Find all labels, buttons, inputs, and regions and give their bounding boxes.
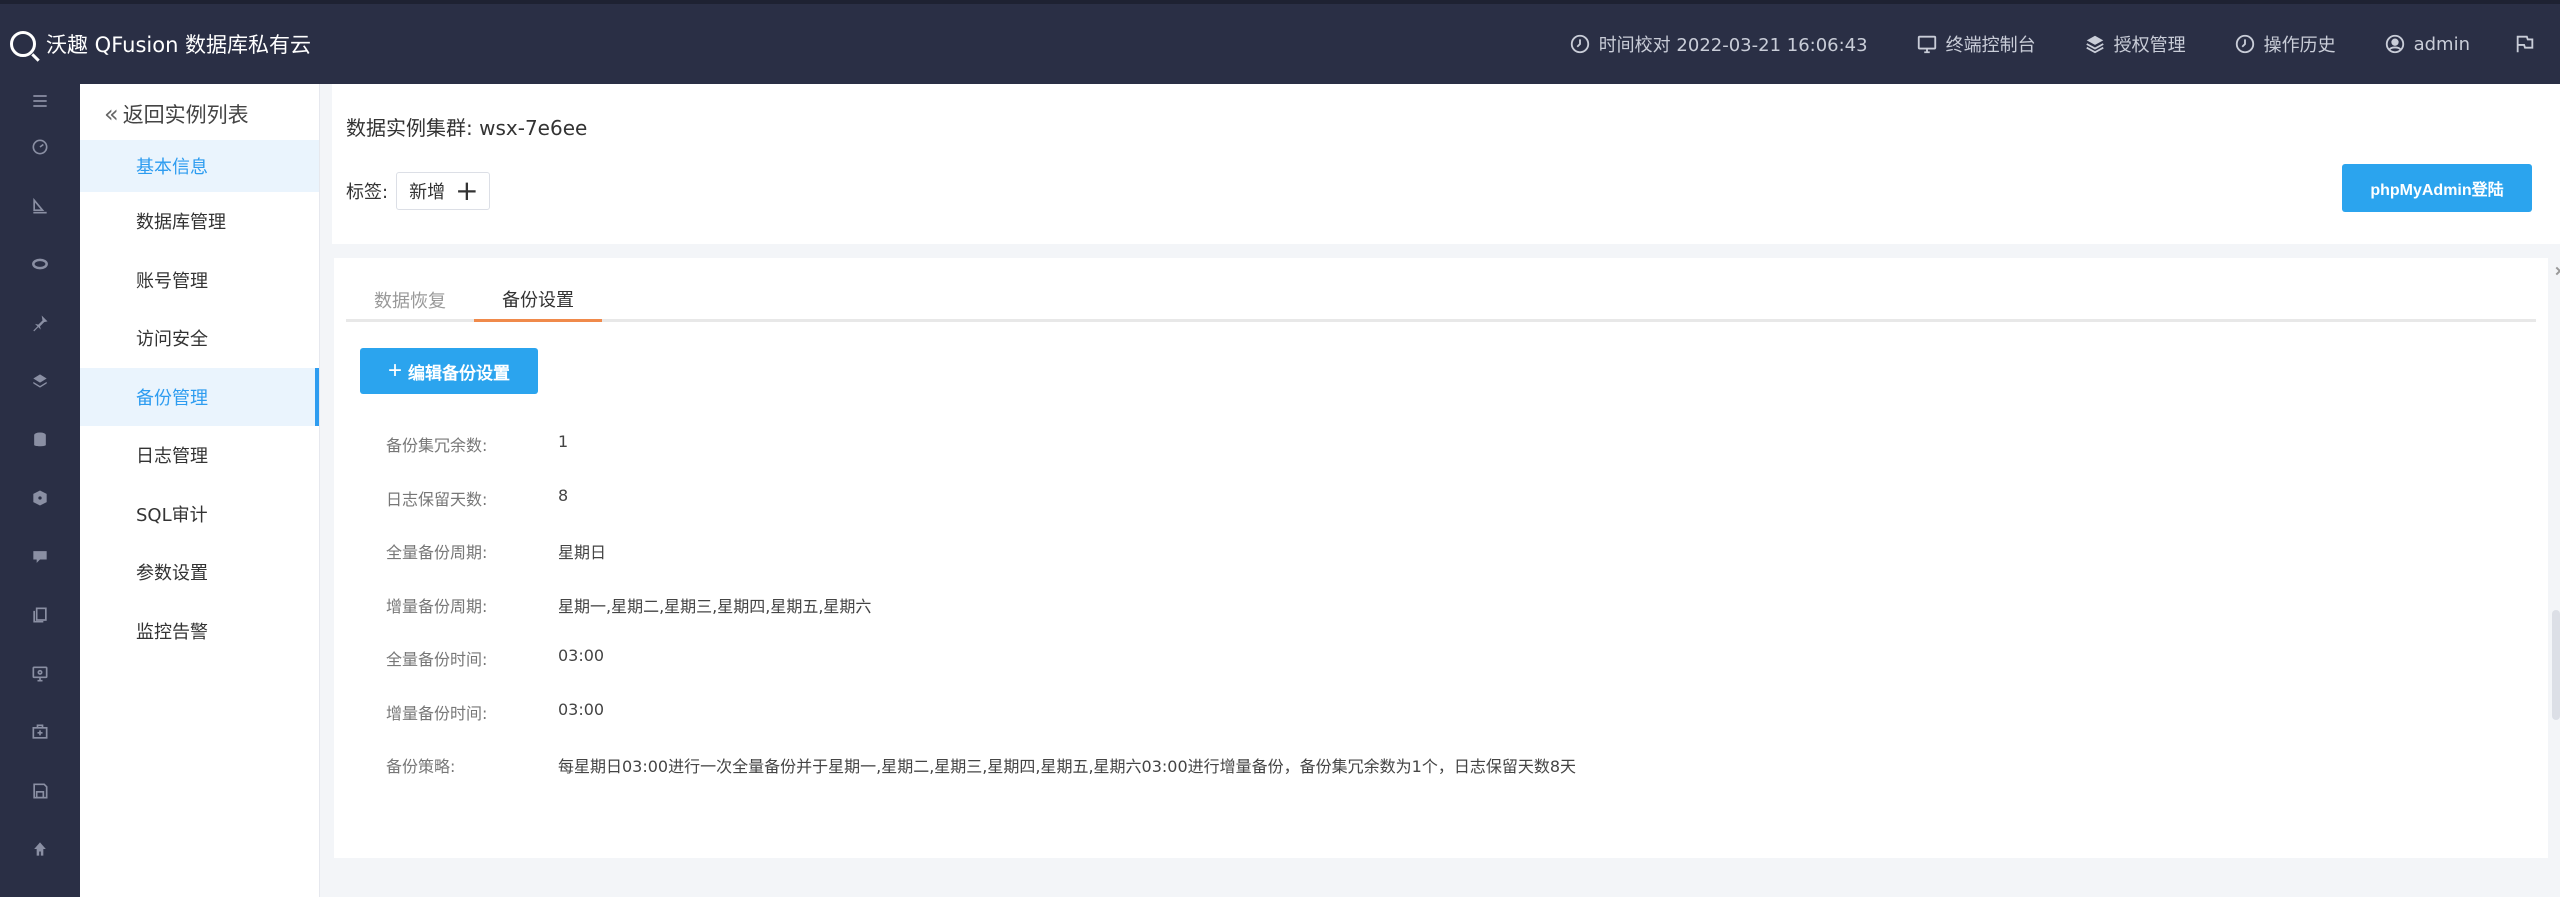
plus-icon: + [455, 174, 479, 207]
qfusion-logo-icon [10, 31, 36, 57]
edit-backup-label: 编辑备份设置 [408, 363, 510, 383]
dashboard-icon[interactable] [0, 118, 80, 177]
backup-content-panel: 数据恢复 备份设置 + 编辑备份设置 备份集冗余数: 1 日志保留天数: 8 全… [334, 258, 2548, 858]
database-icon[interactable] [0, 411, 80, 470]
logout-item[interactable] [2494, 4, 2560, 84]
field-row: 备份集冗余数: 1 [386, 432, 1576, 486]
double-chevron-left-icon: « [104, 100, 119, 128]
menu-item-logs[interactable]: 日志管理 [80, 426, 319, 485]
tag-row: 标签: 新增 + [346, 172, 490, 210]
field-row: 增量备份周期: 星期一,星期二,星期三,星期四,星期五,星期六 [386, 593, 1576, 647]
package-icon[interactable] [0, 469, 80, 528]
menu-item-backup[interactable]: 备份管理 [80, 367, 319, 426]
field-row: 备份策略: 每星期日03:00进行一次全量备份并于星期一,星期二,星期三,星期四… [386, 753, 1576, 807]
save-icon[interactable] [0, 762, 80, 821]
menu-item-database[interactable]: 数据库管理 [80, 192, 319, 251]
field-label: 全量备份时间: [386, 650, 488, 669]
pin-icon[interactable] [0, 294, 80, 353]
history-label: 操作历史 [2263, 35, 2336, 56]
user-avatar-icon [2384, 33, 2406, 55]
time-sync-item[interactable]: 时间校对 2022-03-21 16:06:43 [1545, 4, 1892, 84]
top-right-menu: 时间校对 2022-03-21 16:06:43 终端控制台 授权管理 操作历史… [1545, 4, 2560, 84]
tab-backup-settings[interactable]: 备份设置 [474, 278, 602, 322]
menu-item-sql-audit[interactable]: SQL审计 [80, 485, 319, 544]
console-label: 终端控制台 [1945, 35, 2036, 56]
history-item[interactable]: 操作历史 [2210, 4, 2360, 84]
field-label: 日志保留天数: [386, 489, 488, 509]
copy-icon[interactable] [0, 586, 80, 645]
menu-item-parameters[interactable]: 参数设置 [80, 543, 319, 602]
medkit-icon[interactable] [0, 703, 80, 762]
field-value: 03:00 [558, 646, 605, 665]
field-row: 全量备份周期: 星期日 [386, 539, 1576, 593]
user-label: admin [2413, 33, 2470, 55]
layers-icon [2084, 33, 2106, 55]
menu-item-monitoring[interactable]: 监控告警 [80, 602, 319, 661]
backup-settings-list: 备份集冗余数: 1 日志保留天数: 8 全量备份周期: 星期日 增量备份周期: … [386, 432, 1576, 807]
clock-icon [1569, 33, 1591, 55]
plus-icon: + [387, 357, 402, 384]
screen-icon[interactable] [0, 645, 80, 704]
edit-backup-settings-button[interactable]: + 编辑备份设置 [360, 348, 538, 394]
field-row: 全量备份时间: 03:00 [386, 646, 1576, 700]
history-clock-icon [2234, 33, 2256, 55]
monitor-icon[interactable] [0, 177, 80, 236]
instance-submenu: « 返回实例列表 基本信息 数据库管理 账号管理 访问安全 备份管理 日志管理 … [80, 84, 320, 897]
tab-data-restore[interactable]: 数据恢复 [346, 278, 474, 322]
chat-icon[interactable] [0, 528, 80, 587]
brand[interactable]: 沃趣 QFusion 数据库私有云 [0, 29, 311, 59]
tag-label: 标签: [346, 182, 389, 203]
user-rail-icon[interactable] [0, 820, 80, 879]
instance-header: 数据实例集群: wsx-7e6ee 标签: 新增 + phpMyAdmin登陆 [332, 84, 2560, 244]
field-label: 全量备份周期: [386, 543, 488, 562]
scrollbar[interactable] [2552, 610, 2560, 720]
field-value: 星期日 [558, 543, 607, 562]
license-label: 授权管理 [2113, 35, 2186, 56]
menu-item-accounts[interactable]: 账号管理 [80, 251, 319, 310]
tab-bar: 数据恢复 备份设置 [346, 278, 2536, 322]
field-label: 备份策略: [386, 757, 456, 776]
field-value: 每星期日03:00进行一次全量备份并于星期一,星期二,星期三,星期四,星期五,星… [558, 757, 1577, 776]
field-row: 日志保留天数: 8 [386, 486, 1576, 540]
add-tag-button[interactable]: 新增 + [396, 172, 490, 210]
terminal-icon [1916, 33, 1938, 55]
back-to-list-link[interactable]: « 返回实例列表 [80, 84, 319, 144]
field-label: 增量备份时间: [386, 703, 488, 723]
field-row: 增量备份时间: 03:00 [386, 700, 1576, 754]
top-bar: 沃趣 QFusion 数据库私有云 时间校对 2022-03-21 16:06:… [0, 0, 2560, 84]
app-title: 沃趣 QFusion 数据库私有云 [46, 33, 312, 57]
menu-toggle-icon[interactable] [0, 84, 80, 118]
menu-item-basic-info[interactable]: 基本信息 [80, 140, 319, 192]
back-link-label: 返回实例列表 [122, 103, 249, 127]
add-tag-label: 新增 [409, 182, 446, 203]
time-sync-label: 时间校对 2022-03-21 16:06:43 [1598, 35, 1868, 56]
license-item[interactable]: 授权管理 [2060, 4, 2210, 84]
icon-rail [0, 84, 80, 897]
field-label: 增量备份周期: [386, 596, 488, 616]
console-item[interactable]: 终端控制台 [1892, 4, 2060, 84]
cluster-name: wsx-7e6ee [479, 116, 588, 140]
cluster-icon[interactable] [0, 235, 80, 294]
phpmyadmin-login-button[interactable]: phpMyAdmin登陆 [2342, 164, 2532, 212]
exit-flag-icon [2514, 33, 2536, 55]
cluster-title: 数据实例集群: wsx-7e6ee [346, 112, 587, 141]
cluster-label: 数据实例集群: [346, 116, 473, 140]
user-item[interactable]: admin [2360, 4, 2494, 84]
field-value: 03:00 [558, 699, 605, 719]
field-value: 1 [558, 432, 569, 451]
field-value: 8 [558, 485, 569, 505]
field-label: 备份集冗余数: [386, 436, 488, 455]
menu-item-access-security[interactable]: 访问安全 [80, 309, 319, 368]
field-value: 星期一,星期二,星期三,星期四,星期五,星期六 [558, 596, 872, 616]
layers-rail-icon[interactable] [0, 352, 80, 411]
collapse-arrow-icon[interactable] [2552, 266, 2560, 276]
